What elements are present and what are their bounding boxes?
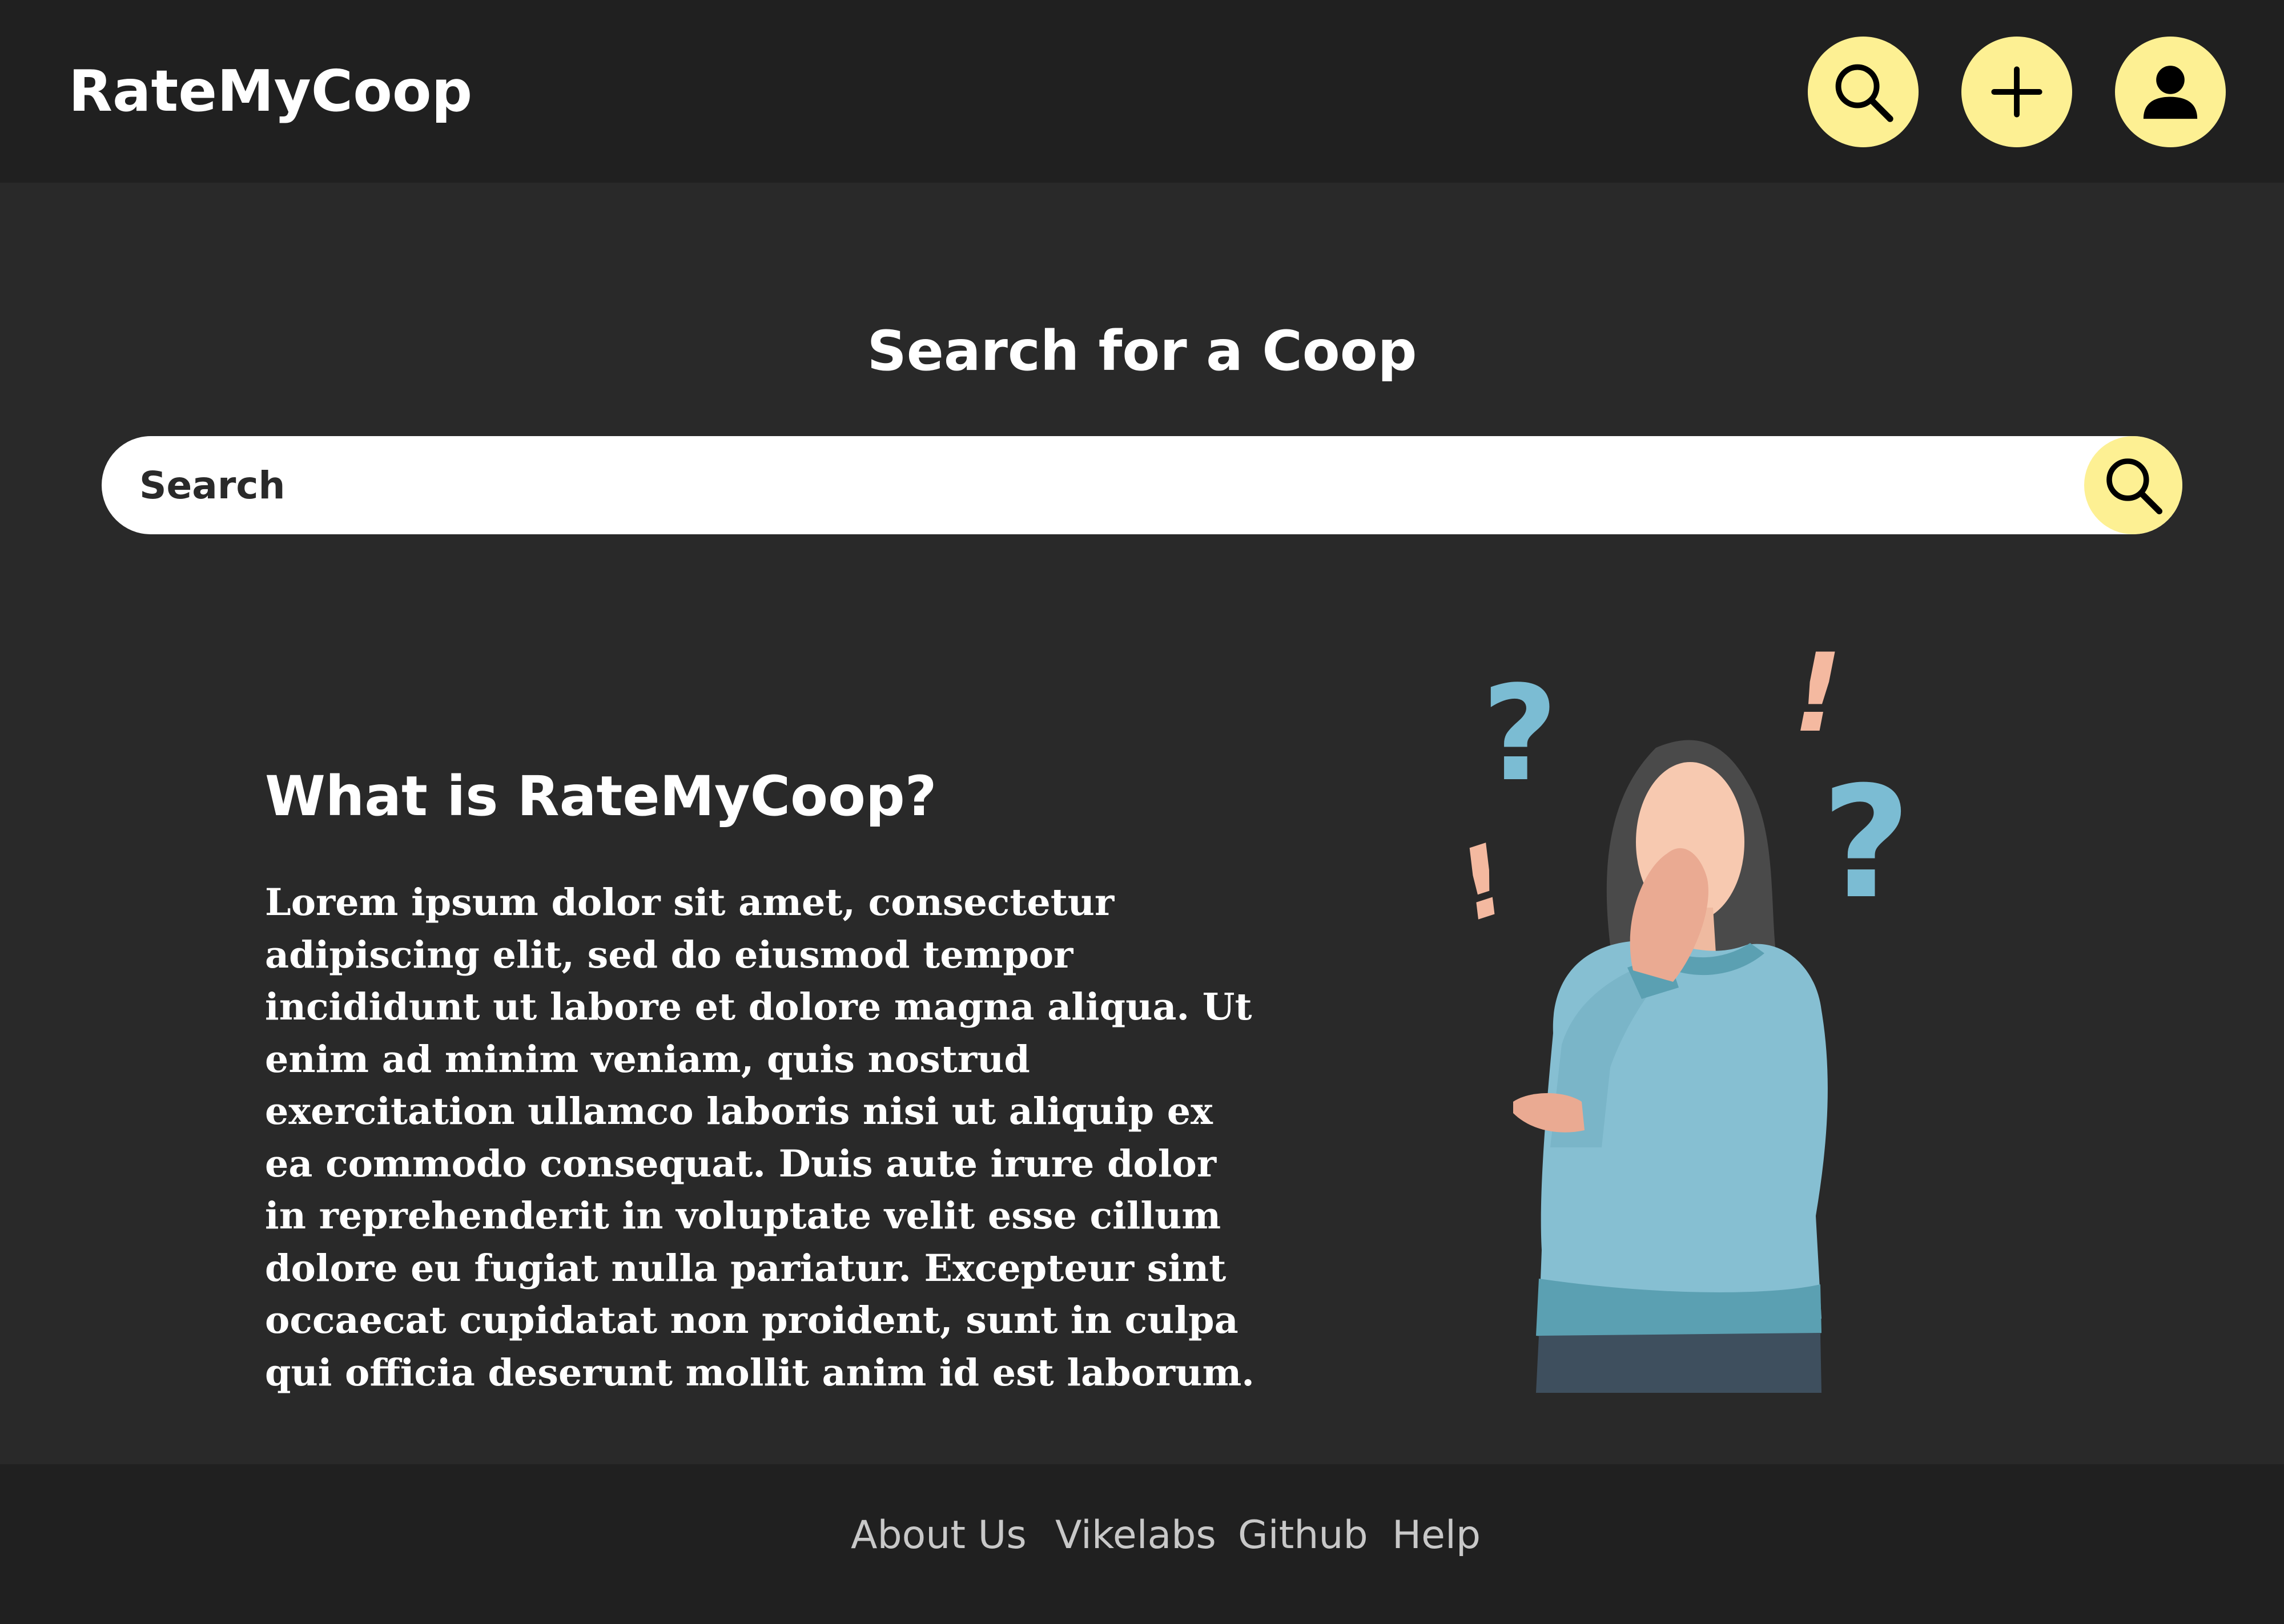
search-bar [102, 436, 2182, 534]
nav-search-button[interactable] [1808, 37, 1919, 147]
search-icon [2106, 458, 2162, 514]
plus-icon [1991, 66, 2042, 118]
question-mark-icon: ? [1482, 658, 1558, 811]
user-icon [2143, 66, 2198, 119]
pants-shape [1536, 1333, 1821, 1393]
nav-profile-button[interactable] [2115, 37, 2226, 147]
exclamation-mark-icon: ! [1793, 634, 1843, 756]
confused-person-illustration: ? ? ! ! [1444, 634, 1911, 1393]
about-heading: What is RateMyCoop? [265, 764, 937, 828]
search-submit-button[interactable] [2084, 436, 2182, 534]
hand-shape [1513, 1093, 1585, 1133]
about-description: Lorem ipsum dolor sit amet, consectetur … [265, 881, 1254, 1395]
footer-link-about-us[interactable]: About Us [851, 1501, 1027, 1570]
nav-add-button[interactable] [1961, 37, 2072, 147]
search-icon [1835, 64, 1893, 122]
top-navigation-bar: RateMyCoop [0, 0, 2284, 183]
footer-link-help[interactable]: Help [1392, 1501, 1481, 1570]
footer-link-github[interactable]: Github [1238, 1501, 1368, 1570]
question-mark-icon: ? [1821, 753, 1911, 933]
footer-link-vikelabs[interactable]: Vikelabs [1055, 1501, 1216, 1570]
brand-logo[interactable]: RateMyCoop [69, 54, 472, 128]
search-page-title: Search for a Coop [867, 319, 1417, 383]
exclamation-mark-icon: ! [1444, 823, 1521, 944]
footer-links: About Us Vikelabs Github Help [0, 1501, 2284, 1570]
search-input[interactable] [139, 451, 2024, 519]
